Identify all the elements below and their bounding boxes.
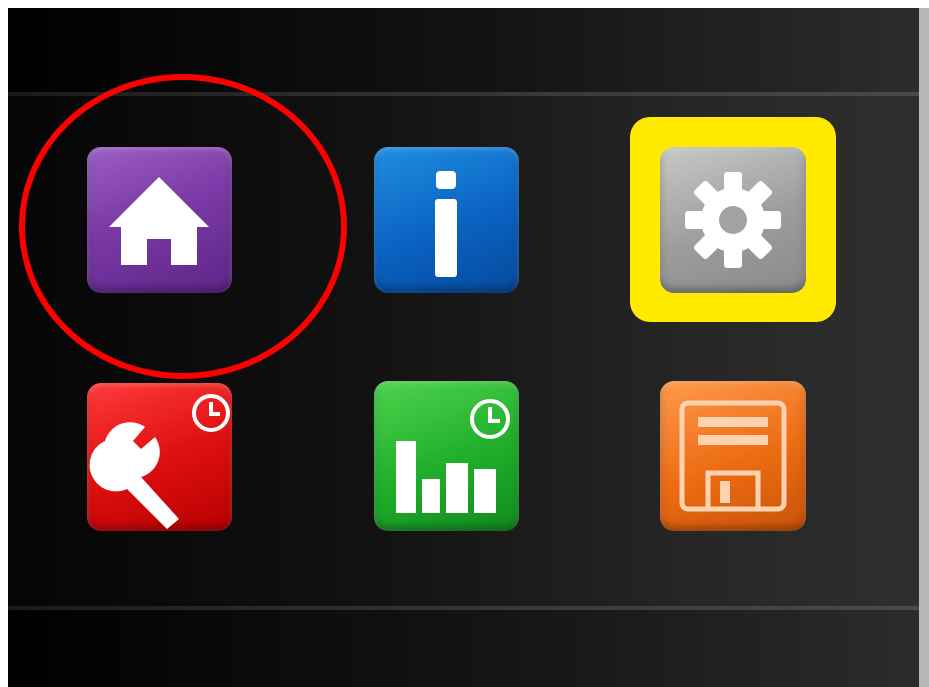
bar-chart-clock-icon: [396, 399, 510, 513]
icon-panel: [8, 8, 919, 687]
save-button[interactable]: [660, 381, 806, 531]
statistics-button[interactable]: [374, 381, 519, 531]
scrollbar[interactable]: [919, 8, 929, 687]
top-divider: [8, 92, 919, 96]
info-icon: [435, 171, 457, 277]
bottom-bar: [8, 610, 919, 687]
home-button[interactable]: [87, 147, 232, 293]
info-button[interactable]: [374, 147, 519, 293]
gear-icon: [685, 172, 781, 268]
top-bar: [8, 8, 919, 92]
service-schedule-button[interactable]: [87, 383, 232, 531]
floppy-disk-icon: [679, 400, 787, 512]
settings-button[interactable]: [660, 147, 806, 293]
home-icon: [109, 177, 209, 265]
screen: [0, 0, 929, 687]
wrench-clock-icon: [89, 394, 230, 529]
